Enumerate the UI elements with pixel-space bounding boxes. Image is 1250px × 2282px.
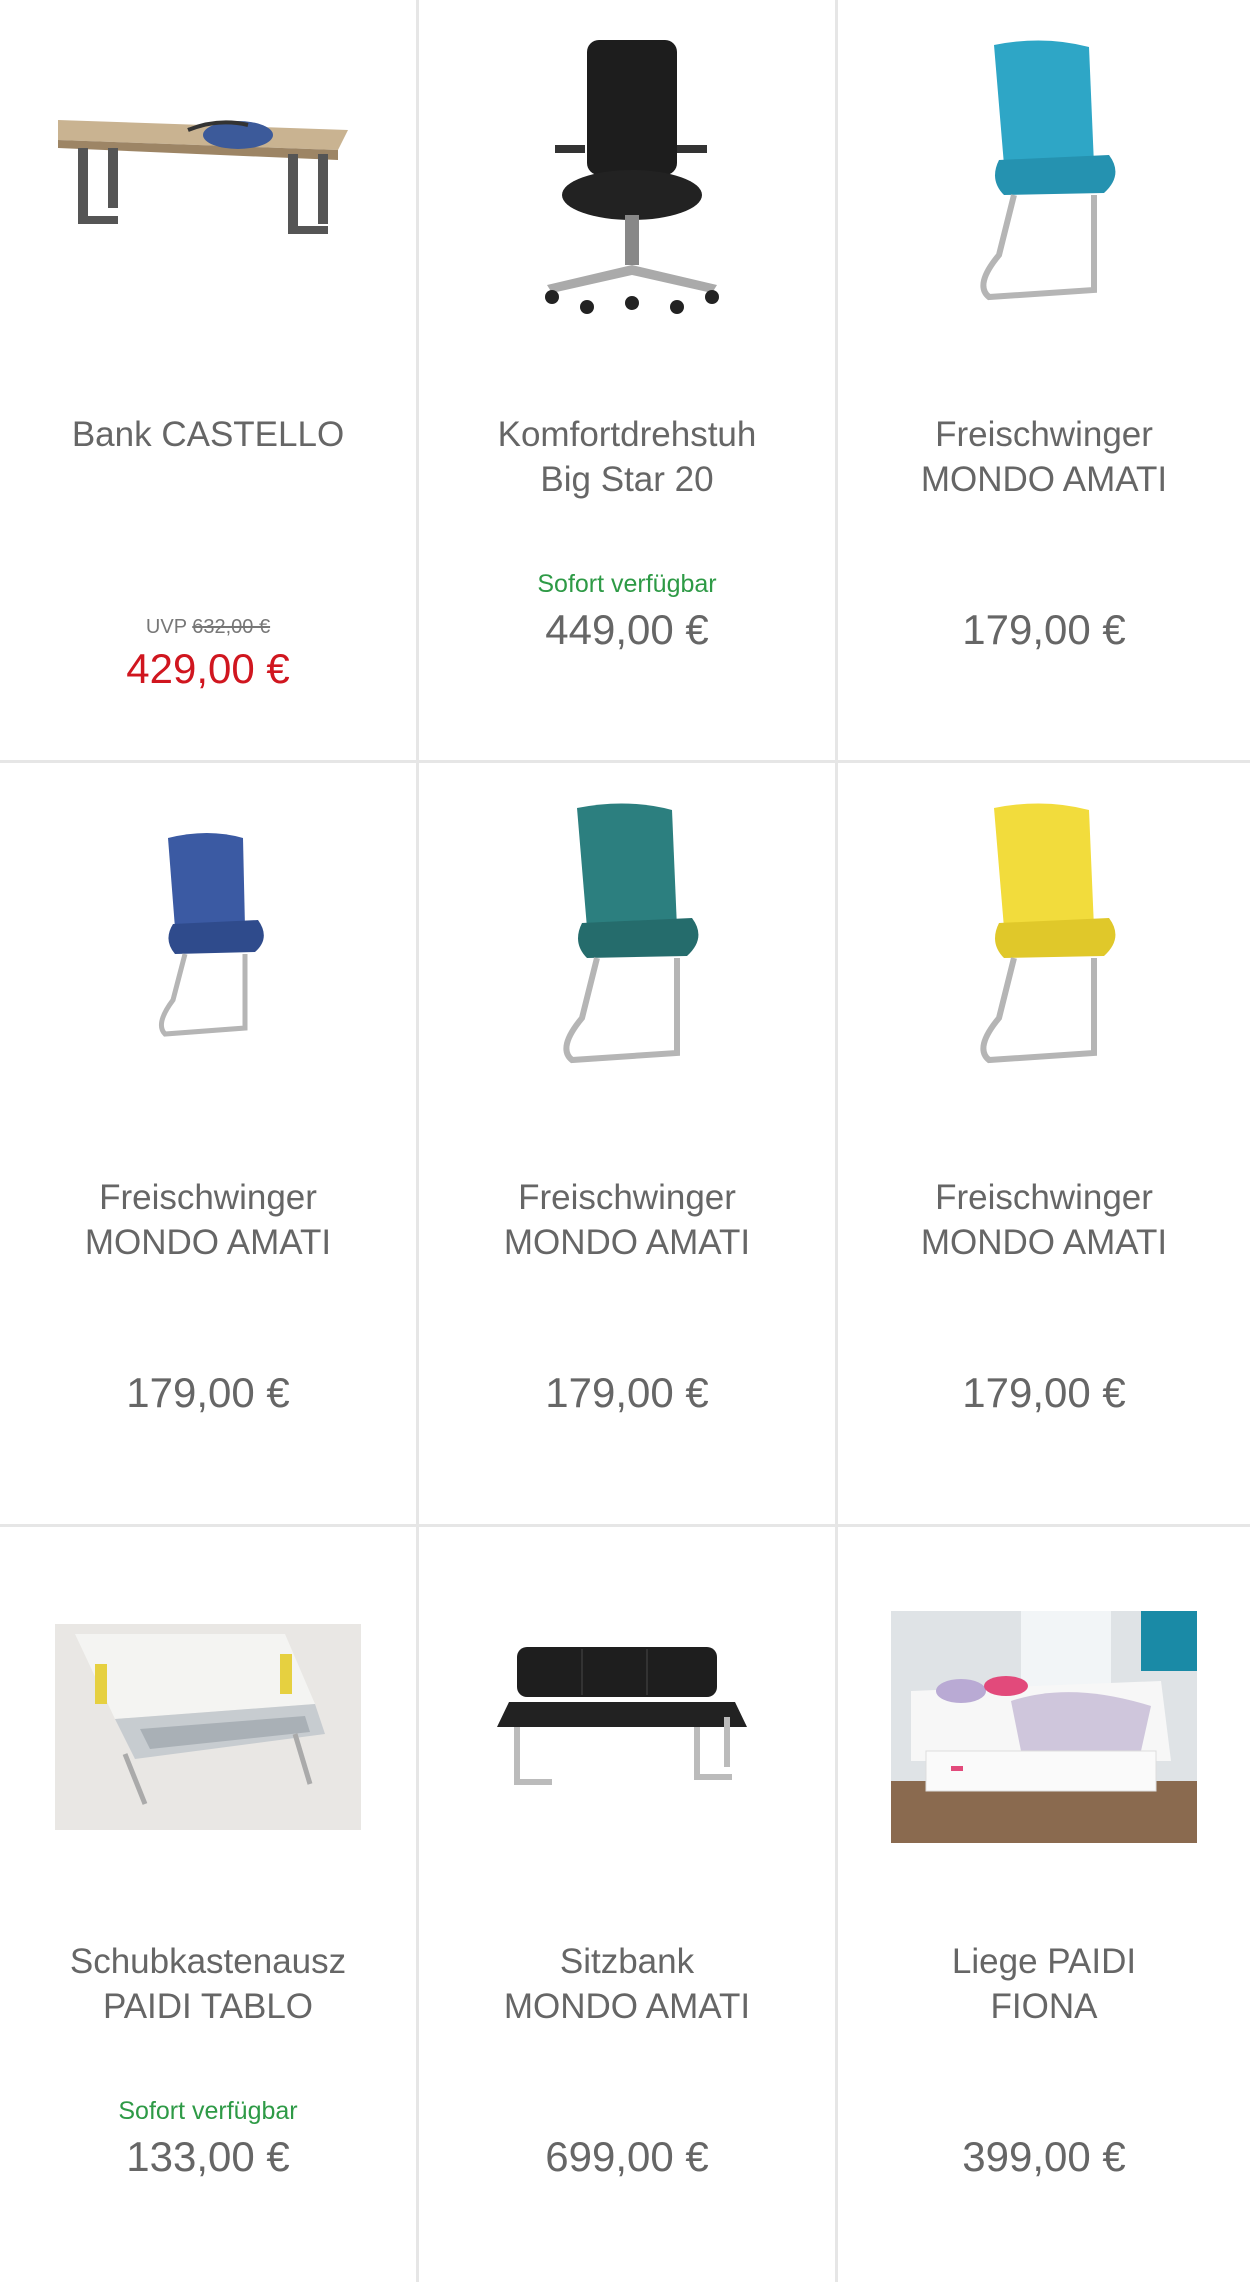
sale-price: 429,00 € — [126, 645, 290, 692]
product-grid: Bank CASTELLO UVP 632,00 € 429,00 € Komf… — [0, 0, 1250, 2282]
product-card-freischwinger-blue[interactable]: Freischwinger MONDO AMATI 179,00 € — [0, 763, 419, 1527]
uvp-label: UVP — [145, 616, 187, 638]
product-name-line2: PAIDI TABLO — [102, 1987, 314, 2026]
product-name-line1: Bank CASTELLO — [71, 415, 345, 454]
product-name-line1: Freischwinger — [935, 1178, 1153, 1217]
product-name-line1: Freischwinger — [99, 1178, 317, 1217]
product-name-line2: FIONA — [990, 1987, 1098, 2026]
product-name-line2: MONDO AMATI — [920, 1223, 1168, 1262]
product-name-line2: Big Star 20 — [540, 460, 714, 499]
product-name[interactable]: Liege PAIDI FIONA — [856, 1939, 1232, 2029]
cantilever-chair-image — [980, 40, 1116, 301]
product-price: 133,00 € — [126, 2133, 290, 2180]
sitting-bench-image — [497, 1647, 747, 1785]
product-name[interactable]: Freischwinger MONDO AMATI — [856, 1175, 1232, 1265]
product-image[interactable] — [838, 1567, 1250, 1887]
uvp-price: UVP 632,00 € — [0, 616, 416, 639]
product-price: 399,00 € — [962, 2133, 1126, 2180]
product-image[interactable] — [838, 20, 1250, 340]
product-name[interactable]: Sitzbank MONDO AMATI — [437, 1939, 817, 2029]
uvp-old-price: 632,00 € — [192, 616, 271, 638]
product-name[interactable]: Bank CASTELLO — [18, 412, 398, 457]
availability-badge: Sofort verfügbar — [118, 2097, 298, 2125]
daybed-image — [891, 1611, 1197, 1843]
cantilever-chair-image — [158, 833, 264, 1037]
product-name-line1: Komfortdrehstuh — [497, 415, 757, 454]
product-card-freischwinger-turquoise[interactable]: Freischwinger MONDO AMATI 179,00 € — [838, 0, 1250, 763]
product-image[interactable] — [419, 1547, 835, 1867]
product-price: 699,00 € — [545, 2133, 709, 2180]
product-name-line1: Freischwinger — [935, 415, 1153, 454]
product-price: 179,00 € — [962, 1369, 1126, 1416]
office-chair-image — [545, 40, 719, 314]
product-price: 179,00 € — [962, 606, 1126, 653]
product-card-liege-paidi-fiona[interactable]: Liege PAIDI FIONA 399,00 € — [838, 1527, 1250, 2282]
product-name[interactable]: Freischwinger MONDO AMATI — [437, 1175, 817, 1265]
product-image[interactable] — [838, 783, 1250, 1103]
product-name-line2: MONDO AMATI — [84, 1223, 332, 1262]
product-card-freischwinger-petrol[interactable]: Freischwinger MONDO AMATI 179,00 € — [419, 763, 838, 1527]
product-image[interactable] — [0, 783, 416, 1103]
product-image[interactable] — [0, 1567, 416, 1887]
product-name-line2: MONDO AMATI — [503, 1987, 751, 2026]
product-name-line1: Freischwinger — [518, 1178, 736, 1217]
product-card-schubkastenauszug[interactable]: Schubkastenausz PAIDI TABLO Sofort verfü… — [0, 1527, 419, 2282]
product-name[interactable]: Freischwinger MONDO AMATI — [18, 1175, 398, 1265]
product-price: 449,00 € — [545, 606, 709, 653]
product-card-freischwinger-yellow[interactable]: Freischwinger MONDO AMATI 179,00 € — [838, 763, 1250, 1527]
product-name-line1: Sitzbank — [559, 1942, 695, 1981]
product-card-bank-castello[interactable]: Bank CASTELLO UVP 632,00 € 429,00 € — [0, 0, 419, 763]
product-image[interactable] — [419, 20, 835, 340]
product-name-line2: MONDO AMATI — [920, 460, 1168, 499]
product-name-line1: Liege PAIDI — [951, 1942, 1137, 1981]
drawer-image — [55, 1624, 361, 1830]
product-price: 179,00 € — [545, 1369, 709, 1416]
product-name[interactable]: Freischwinger MONDO AMATI — [856, 412, 1232, 502]
product-image[interactable] — [419, 783, 835, 1103]
product-price: 179,00 € — [126, 1369, 290, 1416]
product-name-line2: MONDO AMATI — [503, 1223, 751, 1262]
product-name[interactable]: Komfortdrehstuh Big Star 20 — [437, 412, 817, 502]
cantilever-chair-image — [563, 803, 699, 1064]
product-card-komfortdrehstuhl[interactable]: Komfortdrehstuh Big Star 20 Sofort verfü… — [419, 0, 838, 763]
cantilever-chair-image — [980, 803, 1116, 1064]
product-image[interactable] — [0, 20, 416, 340]
product-name[interactable]: Schubkastenausz PAIDI TABLO — [18, 1939, 398, 2029]
product-card-sitzbank[interactable]: Sitzbank MONDO AMATI 699,00 € — [419, 1527, 838, 2282]
bench-image — [58, 120, 348, 234]
product-name-line1: Schubkastenausz — [69, 1942, 347, 1981]
availability-badge: Sofort verfügbar — [537, 570, 717, 598]
